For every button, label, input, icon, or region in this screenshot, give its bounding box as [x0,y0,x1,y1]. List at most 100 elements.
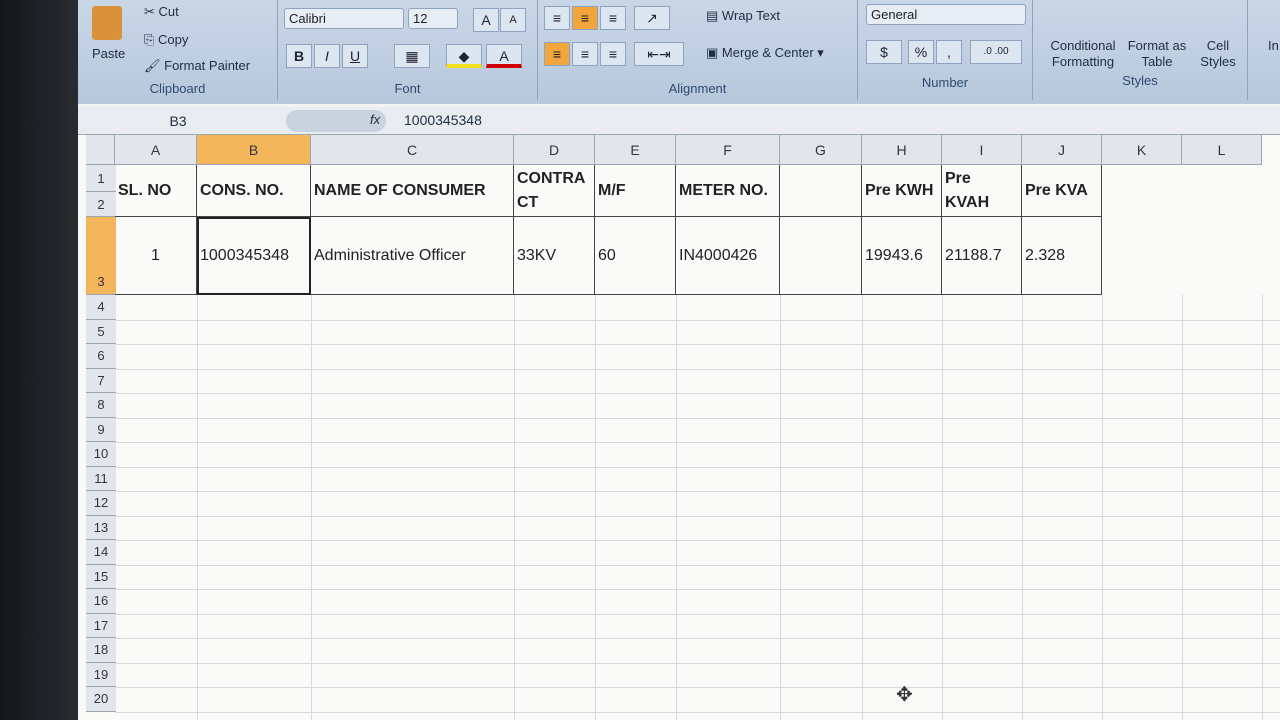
indent-buttons[interactable]: ⇤⇥ [634,42,684,66]
grow-font-button[interactable]: A [473,8,499,32]
header-cell[interactable]: Pre KVAH [942,165,1022,217]
select-all-corner[interactable] [86,135,115,165]
row-header-16[interactable]: 16 [86,589,116,614]
header-cell[interactable]: Pre KWH [862,165,942,217]
data-cell[interactable]: 19943.6 [862,217,942,295]
row-header-8[interactable]: 8 [86,393,116,418]
underline-button[interactable]: U [342,44,368,68]
column-header-I[interactable]: I [942,135,1022,165]
comma-button[interactable]: , [936,40,962,64]
format-as-table-button[interactable]: Format as Table [1125,38,1189,70]
italic-button[interactable]: I [314,44,340,68]
header-cell[interactable]: NAME OF CONSUMER [311,165,514,217]
font-color-button[interactable]: A [486,44,522,68]
row-header-2[interactable]: 2 [86,192,116,217]
column-header-D[interactable]: D [514,135,595,165]
data-cell[interactable]: 60 [595,217,676,295]
conditional-formatting-button[interactable]: Conditional Formatting [1043,38,1123,70]
fill-color-button[interactable]: ◆ [446,44,482,68]
gridline [1262,295,1263,720]
header-cell[interactable] [780,165,862,217]
header-cell[interactable]: CONS. NO. [197,165,311,217]
row-header-9[interactable]: 9 [86,417,116,442]
gridline [780,295,781,720]
column-header-K[interactable]: K [1102,135,1182,165]
spreadsheet-grid[interactable]: A B C D E F G H I J K L 1 2 3 4 5 6 7 8 9 10 11 12 13 14 15 16 17 18 1… [78,135,1280,720]
number-format-select[interactable]: General [866,4,1026,25]
scissors-icon: ✂ [144,4,159,19]
data-cell[interactable]: 33KV [514,217,595,295]
align-right-button[interactable]: ≡ [600,42,626,66]
insert-button[interactable]: In [1268,38,1279,53]
column-header-J[interactable]: J [1022,135,1102,165]
row-header-3[interactable]: 3 [86,217,116,295]
name-box[interactable]: B3 [78,109,278,133]
header-cell[interactable]: SL. NO [115,165,197,217]
orientation-button[interactable]: ↗ [634,6,670,30]
alignment-group: ≡ ≡ ≡ ↗ ≡ ≡ ≡ ⇤⇥ ▤ Wrap Text ▣ Merge & C… [538,0,858,100]
row-header-12[interactable]: 12 [86,491,116,516]
row-header-13[interactable]: 13 [86,515,116,540]
cell-styles-button[interactable]: Cell Styles [1193,38,1243,70]
header-cell[interactable]: CONTRA CT [514,165,595,217]
column-header-G[interactable]: G [780,135,862,165]
gridline [1102,295,1103,720]
paste-button[interactable]: Paste [92,46,125,61]
data-cell[interactable]: Administrative Officer [311,217,514,295]
row-header-15[interactable]: 15 [86,564,116,589]
header-cell[interactable]: Pre KVA [1022,165,1102,217]
fx-icon[interactable]: fx [370,112,380,127]
column-header-B[interactable]: B [197,135,311,165]
decimal-buttons[interactable]: .0 .00 [970,40,1022,64]
header-cell[interactable]: M/F [595,165,676,217]
brush-icon: 🖌 [144,58,165,73]
row-header-1[interactable]: 1 [86,165,116,192]
copy-button[interactable]: ⎘ Copy [144,32,188,48]
data-cell[interactable]: 2.328 [1022,217,1102,295]
data-cell[interactable]: 1 [115,217,197,295]
row-header-20[interactable]: 20 [86,687,116,712]
row-header-18[interactable]: 18 [86,638,116,663]
currency-button[interactable]: $ [866,40,902,64]
row-header-19[interactable]: 19 [86,662,116,687]
column-header-F[interactable]: F [676,135,780,165]
format-painter-button[interactable]: 🖌 Format Painter [144,58,250,74]
data-cell[interactable]: IN4000426 [676,217,780,295]
align-left-button[interactable]: ≡ [544,42,570,66]
gridline [115,613,1280,615]
column-header-L[interactable]: L [1182,135,1262,165]
shrink-font-button[interactable]: A [500,8,526,32]
cut-button[interactable]: ✂ Cut [144,4,179,20]
row-header-17[interactable]: 17 [86,613,116,638]
ribbon: Paste ✂ Cut ⎘ Copy 🖌 Format Painter Clip… [78,0,1280,104]
font-name-select[interactable]: Calibri [284,8,404,29]
column-header-E[interactable]: E [595,135,676,165]
row-header-14[interactable]: 14 [86,540,116,565]
row-header-7[interactable]: 7 [86,368,116,393]
align-top-button[interactable]: ≡ [544,6,570,30]
font-size-select[interactable]: 12 [408,8,458,29]
row-header-4[interactable]: 4 [86,295,116,320]
align-center-button[interactable]: ≡ [572,42,598,66]
align-bottom-button[interactable]: ≡ [600,6,626,30]
row-header-6[interactable]: 6 [86,344,116,369]
row-header-11[interactable]: 11 [86,466,116,491]
row-header-5[interactable]: 5 [86,319,116,344]
column-header-A[interactable]: A [115,135,197,165]
data-cell[interactable]: 1000345348 [197,217,311,295]
row-header-10[interactable]: 10 [86,442,116,467]
merge-center-button[interactable]: ▣ Merge & Center ▾ [706,45,824,61]
wrap-text-button[interactable]: ▤ Wrap Text [706,8,780,24]
borders-button[interactable]: ▦ [394,44,430,68]
gridline [115,368,1280,370]
column-header-H[interactable]: H [862,135,942,165]
gridline [115,711,1280,713]
header-cell[interactable]: METER NO. [676,165,780,217]
bold-button[interactable]: B [286,44,312,68]
percent-button[interactable]: % [908,40,934,64]
data-cell[interactable] [780,217,862,295]
column-header-C[interactable]: C [311,135,514,165]
formula-input[interactable]: 1000345348 [404,112,482,128]
data-cell[interactable]: 21188.7 [942,217,1022,295]
align-middle-button[interactable]: ≡ [572,6,598,30]
